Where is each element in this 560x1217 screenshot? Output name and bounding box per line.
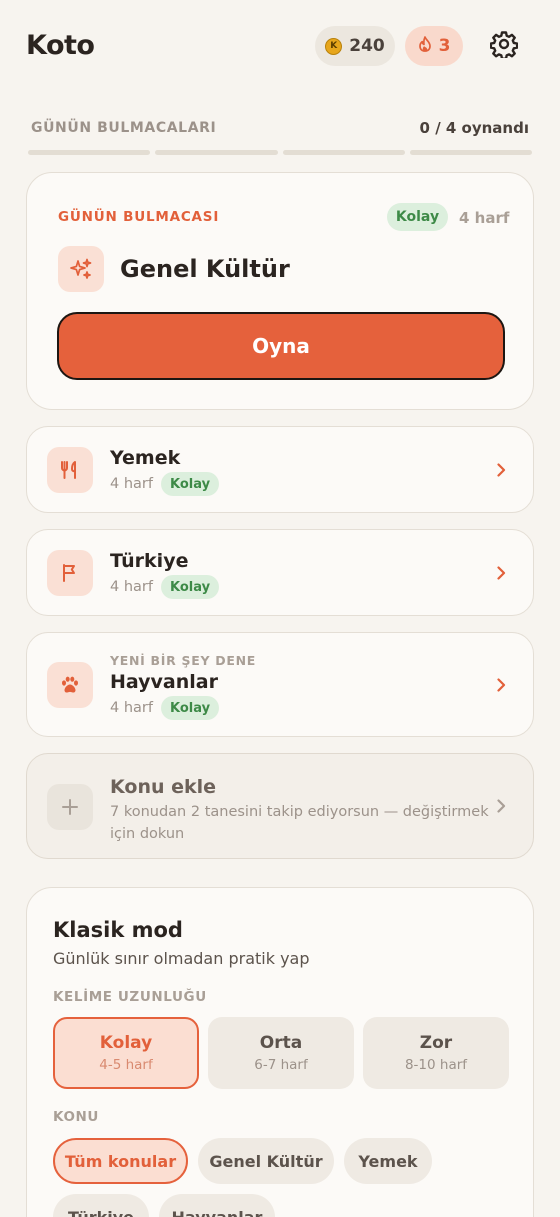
- topic-chip-all[interactable]: Tüm konular: [53, 1138, 188, 1184]
- topic-row-hayvanlar[interactable]: YENİ BİR ŞEY DENE Hayvanlar 4 harf Kolay: [26, 632, 534, 737]
- coin-count: 240: [349, 36, 385, 56]
- length-label: KELİME UZUNLUĞU: [53, 989, 207, 1005]
- flag-icon: [47, 550, 93, 596]
- gear-icon: [489, 30, 519, 62]
- classic-subtitle: Günlük sınır olmadan pratik yap: [53, 949, 310, 968]
- progress-segment: [28, 150, 151, 155]
- topic-chip-genel-kultur[interactable]: Genel Kültür: [198, 1138, 334, 1184]
- play-button[interactable]: Oyna: [57, 312, 505, 380]
- level-range: 4-5 harf: [99, 1057, 153, 1073]
- daily-title: Genel Kültür: [120, 255, 290, 283]
- progress-bar: [28, 150, 532, 155]
- top-bar: Koto K 240 3: [0, 0, 560, 92]
- chevron-right-icon: [493, 798, 509, 814]
- difficulty-badge: Kolay: [387, 203, 448, 231]
- topic-chip-turkiye[interactable]: Türkiye: [53, 1194, 149, 1217]
- home-screen: Koto K 240 3 GÜNÜN BULMACALARI 0 / 4 oyn…: [0, 0, 560, 1217]
- topic-chip-hayvanlar[interactable]: Hayvanlar: [159, 1194, 275, 1217]
- topic-name: Yemek: [110, 447, 181, 469]
- add-topic-description: 7 konudan 2 tanesini takip ediyorsun — d…: [110, 804, 489, 842]
- chevron-right-icon: [493, 677, 509, 693]
- coin-icon: K: [325, 37, 343, 55]
- classic-mode-card: Klasik mod Günlük sınır olmadan pratik y…: [26, 887, 534, 1217]
- difficulty-badge: Kolay: [160, 575, 220, 599]
- progress-segment: [155, 150, 278, 155]
- streak-counter[interactable]: 3: [405, 26, 463, 66]
- progress-label: GÜNÜN BULMACALARI: [31, 120, 217, 136]
- progress-segment: [282, 150, 405, 155]
- app-logo: Koto: [26, 30, 95, 61]
- flame-icon: [418, 35, 432, 57]
- letter-count: 4 harf: [110, 579, 153, 595]
- chevron-right-icon: [493, 462, 509, 478]
- topic-name: Hayvanlar: [110, 671, 218, 693]
- add-topic-row[interactable]: Konu ekle 7 konudan 2 tanesini takip edi…: [26, 753, 534, 859]
- topic-label: KONU: [53, 1109, 99, 1125]
- coin-balance[interactable]: K 240: [315, 26, 395, 66]
- progress-count: 0 / 4 oynandı: [419, 119, 529, 137]
- level-option-kolay[interactable]: Kolay 4-5 harf: [53, 1017, 199, 1089]
- letter-count: 4 harf: [110, 700, 153, 716]
- plus-icon: [47, 784, 93, 830]
- level-range: 8-10 harf: [404, 1057, 468, 1073]
- level-name: Zor: [419, 1033, 453, 1053]
- progress-segment: [409, 150, 532, 155]
- daily-puzzle-card: GÜNÜN BULMACASI Kolay 4 harf Genel Kültü…: [26, 172, 534, 410]
- topic-meta: 4 harf Kolay: [110, 472, 220, 496]
- paw-icon: [47, 662, 93, 708]
- topic-row-yemek[interactable]: Yemek 4 harf Kolay: [26, 426, 534, 513]
- topic-meta: 4 harf Kolay: [110, 696, 220, 720]
- topic-kicker: YENİ BİR ŞEY DENE: [110, 653, 256, 668]
- level-name: Orta: [259, 1033, 303, 1053]
- level-name: Kolay: [99, 1033, 153, 1053]
- topic-name: Türkiye: [110, 550, 189, 572]
- utensils-icon: [47, 447, 93, 493]
- sparkles-icon: [58, 246, 104, 292]
- difficulty-badge: Kolay: [160, 696, 220, 720]
- level-option-zor[interactable]: Zor 8-10 harf: [363, 1017, 509, 1089]
- add-topic-title: Konu ekle: [110, 776, 217, 798]
- level-range: 6-7 harf: [254, 1057, 308, 1073]
- daily-kicker: GÜNÜN BULMACASI: [58, 209, 220, 225]
- chevron-right-icon: [493, 565, 509, 581]
- topic-chip-yemek[interactable]: Yemek: [344, 1138, 432, 1184]
- difficulty-badge: Kolay: [160, 472, 220, 496]
- level-option-orta[interactable]: Orta 6-7 harf: [208, 1017, 354, 1089]
- letter-count: 4 harf: [110, 476, 153, 492]
- settings-button[interactable]: [488, 30, 520, 62]
- classic-title: Klasik mod: [53, 918, 183, 942]
- letter-count: 4 harf: [459, 209, 510, 227]
- topic-row-turkiye[interactable]: Türkiye 4 harf Kolay: [26, 529, 534, 616]
- topic-meta: 4 harf Kolay: [110, 575, 220, 599]
- streak-count: 3: [438, 36, 451, 56]
